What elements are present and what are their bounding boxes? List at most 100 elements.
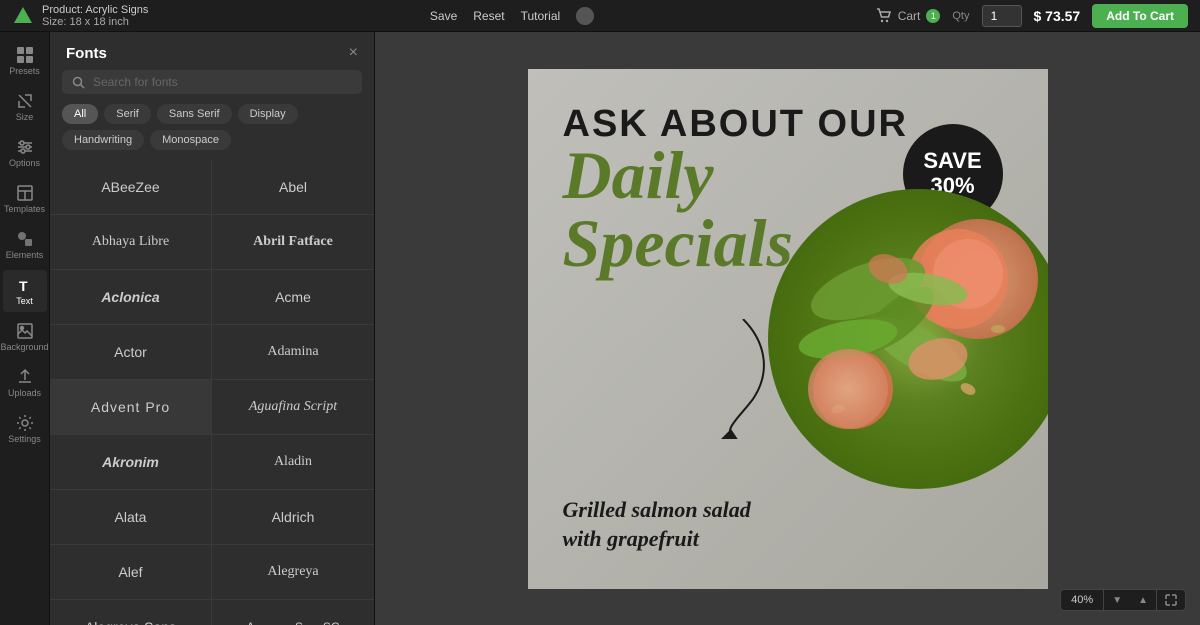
- product-size: Size: 18 x 18 inch: [42, 16, 148, 28]
- sidebar-item-options[interactable]: Options: [3, 132, 47, 174]
- reset-button[interactable]: Reset: [473, 9, 504, 23]
- cart-label: Cart: [898, 9, 921, 23]
- font-item-abril-fatface[interactable]: Abril Fatface: [212, 215, 374, 270]
- font-item-advent-pro[interactable]: Advent Pro: [50, 380, 212, 435]
- filter-buttons: All Serif Sans Serif Display Handwriting…: [50, 104, 374, 160]
- upload-icon: [16, 368, 34, 386]
- canvas-area: ASK ABOUT OUR Daily Specials SAVE 30%: [375, 32, 1200, 625]
- search-box: [62, 70, 362, 94]
- filter-monospace[interactable]: Monospace: [150, 130, 231, 150]
- font-item-alef[interactable]: Alef: [50, 545, 212, 600]
- svg-text:T: T: [19, 278, 28, 294]
- sidebar-item-presets-label: Presets: [9, 66, 40, 76]
- caption-line1: Grilled salmon salad: [563, 496, 751, 525]
- sidebar-item-size[interactable]: Size: [3, 86, 47, 128]
- sidebar-item-templates-label: Templates: [4, 204, 45, 214]
- layout-icon: [16, 184, 34, 202]
- font-item-actor[interactable]: Actor: [50, 325, 212, 380]
- font-item-alegreya[interactable]: Alegreya: [212, 545, 374, 600]
- search-wrap: [50, 70, 374, 104]
- sidebar-item-presets[interactable]: Presets: [3, 40, 47, 82]
- bottom-caption: Grilled salmon salad with grapefruit: [563, 496, 751, 553]
- font-item-aclonica[interactable]: Aclonica: [50, 270, 212, 325]
- zoom-value: 40%: [1061, 590, 1104, 610]
- filter-sans-serif[interactable]: Sans Serif: [157, 104, 232, 124]
- sidebar-item-text[interactable]: T Text: [3, 270, 47, 312]
- fonts-panel-header: Fonts ×: [50, 32, 374, 70]
- font-item-akronim[interactable]: Akronim: [50, 435, 212, 490]
- qty-input[interactable]: [982, 5, 1022, 27]
- top-bar-left: Product: Acrylic Signs Size: 18 x 18 inc…: [12, 4, 148, 28]
- resize-icon: [16, 92, 34, 110]
- font-item-aguafina-script[interactable]: Aguafina Script: [212, 380, 374, 435]
- sidebar-item-background-label: Background: [0, 342, 48, 352]
- font-item-abhaya-libre[interactable]: Abhaya Libre: [50, 215, 212, 270]
- sidebar-item-settings-label: Settings: [8, 434, 41, 444]
- sidebar-item-elements-label: Elements: [6, 250, 44, 260]
- sidebar-item-templates[interactable]: Templates: [3, 178, 47, 220]
- sidebar-item-text-label: Text: [16, 296, 33, 306]
- image-icon: [16, 322, 34, 340]
- sidebar-item-size-label: Size: [16, 112, 34, 122]
- save-pct-label: SAVE: [923, 149, 981, 173]
- fonts-panel-title: Fonts: [66, 45, 107, 62]
- sidebar-item-background[interactable]: Background: [3, 316, 47, 358]
- brand-logo-icon: [12, 5, 34, 27]
- canvas-image[interactable]: ASK ABOUT OUR Daily Specials SAVE 30%: [528, 69, 1048, 589]
- filter-all[interactable]: All: [62, 104, 98, 124]
- salad-area: [758, 189, 1048, 509]
- font-item-aladin[interactable]: Aladin: [212, 435, 374, 490]
- sliders-icon: [16, 138, 34, 156]
- cart-area: Cart 1: [876, 8, 941, 24]
- zoom-expand-button[interactable]: [1156, 590, 1185, 610]
- shapes-icon: [16, 230, 34, 248]
- fonts-panel-close-button[interactable]: ×: [349, 44, 358, 62]
- font-item-abbeezee[interactable]: ABeeZee: [50, 160, 212, 215]
- search-input[interactable]: [93, 75, 352, 89]
- font-item-alegreya-sans-sc[interactable]: Alegreya Sans SC: [212, 600, 374, 625]
- font-item-abel[interactable]: Abel: [212, 160, 374, 215]
- top-bar-center: Save Reset Tutorial: [430, 7, 594, 25]
- add-to-cart-button[interactable]: Add To Cart: [1092, 4, 1188, 28]
- zoom-bar: 40% ▼ ▲: [1060, 589, 1186, 611]
- font-item-alata[interactable]: Alata: [50, 490, 212, 545]
- font-item-aldrich[interactable]: Aldrich: [212, 490, 374, 545]
- theme-toggle-icon[interactable]: [576, 7, 594, 25]
- font-item-adamina[interactable]: Adamina: [212, 325, 374, 380]
- salad-svg: [768, 189, 1048, 489]
- fonts-panel: Fonts × All Serif Sans Serif Display Han…: [50, 32, 375, 625]
- font-item-alegreya-sans[interactable]: Alegreya Sans: [50, 600, 212, 625]
- sidebar-item-options-label: Options: [9, 158, 40, 168]
- top-bar-right: Cart 1 Qty $ 73.57 Add To Cart: [876, 4, 1188, 28]
- save-button[interactable]: Save: [430, 9, 457, 23]
- search-icon: [72, 76, 85, 89]
- canvas-content: ASK ABOUT OUR Daily Specials SAVE 30%: [528, 69, 1048, 589]
- sidebar-item-elements[interactable]: Elements: [3, 224, 47, 266]
- price-display: $ 73.57: [1034, 8, 1081, 24]
- zoom-down-button[interactable]: ▼: [1104, 591, 1130, 610]
- salad-food: [768, 189, 1048, 489]
- cart-badge: 1: [926, 9, 940, 23]
- zoom-up-button[interactable]: ▲: [1130, 591, 1156, 610]
- filter-display[interactable]: Display: [238, 104, 298, 124]
- filter-handwriting[interactable]: Handwriting: [62, 130, 144, 150]
- filter-serif[interactable]: Serif: [104, 104, 151, 124]
- tutorial-button[interactable]: Tutorial: [521, 9, 561, 23]
- caption-line2: with grapefruit: [563, 525, 751, 554]
- product-name: Product: Acrylic Signs: [42, 4, 148, 16]
- sidebar-item-settings[interactable]: Settings: [3, 408, 47, 450]
- font-item-acme[interactable]: Acme: [212, 270, 374, 325]
- sidebar-item-uploads-label: Uploads: [8, 388, 41, 398]
- sidebar-icons: Presets Size Options Templates: [0, 32, 50, 625]
- top-bar: Product: Acrylic Signs Size: 18 x 18 inc…: [0, 0, 1200, 32]
- qty-label: Qty: [952, 10, 969, 22]
- fonts-grid: ABeeZee Abel Abhaya Libre Abril Fatface …: [50, 160, 374, 625]
- grid-icon: [16, 46, 34, 64]
- sidebar-item-uploads[interactable]: Uploads: [3, 362, 47, 404]
- curl-svg: [703, 319, 783, 439]
- main-layout: Presets Size Options Templates: [0, 32, 1200, 625]
- canvas-wrapper: ASK ABOUT OUR Daily Specials SAVE 30%: [528, 69, 1048, 589]
- gear-icon: [16, 414, 34, 432]
- text-icon: T: [16, 276, 34, 294]
- cart-icon: [876, 8, 892, 24]
